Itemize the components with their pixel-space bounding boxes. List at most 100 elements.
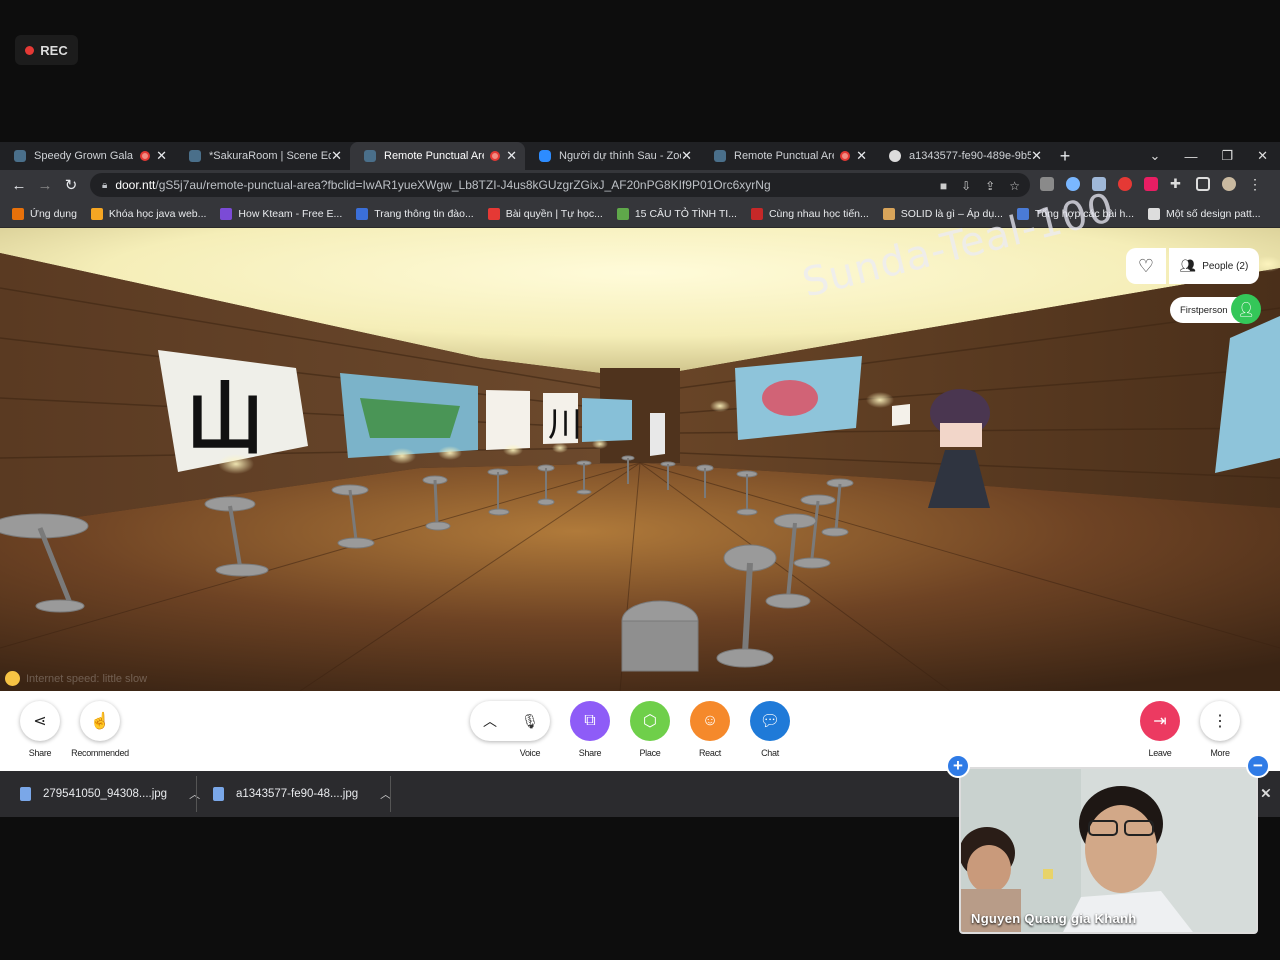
extension-icon[interactable]: [1118, 177, 1132, 191]
bookmark-item[interactable]: Một số design patt...: [1148, 207, 1261, 220]
place-button[interactable]: ⬡ Place: [620, 701, 680, 758]
participant-name: Nguyen Quang gia Khanh: [971, 911, 1137, 926]
bookmark-label: Khóa học java web...: [108, 207, 207, 220]
tab-title: Speedy Grown Gala | D: [34, 150, 134, 162]
bookmark-item[interactable]: Ứng dụng: [12, 207, 77, 220]
download-filename: 279541050_94308....jpg: [43, 788, 168, 800]
react-label: React: [698, 748, 721, 758]
image-file-icon: [213, 787, 224, 801]
close-icon[interactable]: ✕: [1031, 148, 1042, 164]
participant-video-tile[interactable]: Nguyen Quang gia Khanh: [959, 767, 1258, 934]
bookmark-item[interactable]: How Kteam - Free E...: [220, 207, 342, 220]
react-button[interactable]: ☺ React: [680, 701, 740, 758]
tab-zoom[interactable]: Người dự thính Sau - Zoom ✕: [525, 142, 700, 170]
bookmark-star-icon[interactable]: ☆: [1009, 179, 1020, 193]
close-icon[interactable]: ✕: [856, 148, 867, 164]
bookmark-label: Trang thông tin đào...: [374, 207, 474, 220]
chevron-up-icon[interactable]: ︿: [470, 701, 510, 741]
bookmark-item[interactable]: Cùng nhau học tiến...: [750, 207, 869, 220]
remove-video-button[interactable]: −: [1246, 754, 1270, 778]
close-icon[interactable]: ✕: [681, 148, 692, 164]
back-arrow-icon[interactable]: ←: [6, 177, 32, 194]
address-bar[interactable]: 🔒︎ door.ntt /gS5j7au/remote-punctual-are…: [90, 173, 1030, 197]
more-vertical-icon: ⋮: [1200, 701, 1240, 741]
user-avatar-icon: 👤︎: [1231, 294, 1261, 324]
window-close-icon[interactable]: ✕: [1257, 148, 1268, 164]
bookmark-favicon-icon: [750, 207, 763, 220]
video-close-icon[interactable]: ✕: [1260, 786, 1271, 802]
zoom-icon: [539, 150, 551, 162]
close-icon[interactable]: ✕: [506, 148, 517, 164]
add-video-button[interactable]: +: [946, 754, 970, 778]
share-link-button[interactable]: ⋖ Share: [10, 701, 70, 758]
tab-recording-icon: [490, 151, 501, 161]
kebab-menu-icon[interactable]: ⋮: [1248, 177, 1262, 191]
tab-sakura-room[interactable]: *SakuraRoom | Scene Editor ✕: [175, 142, 350, 170]
voice-label-wrap: Voice: [500, 741, 560, 758]
divider: [390, 776, 391, 812]
profile-avatar[interactable]: [1222, 177, 1236, 191]
mic-muted-icon[interactable]: 🎙︎: [510, 701, 550, 741]
more-button[interactable]: ⋮ More: [1190, 701, 1250, 758]
svg-text:山: 山: [186, 374, 264, 465]
bookmark-label: 15 CÂU TỎ TÌNH TI...: [634, 207, 737, 220]
tab-remote-punctual-area-active[interactable]: Remote Punctual Area | ✕: [350, 142, 525, 170]
download-filename: a1343577-fe90-48....jpg: [236, 788, 359, 800]
extension-icon[interactable]: [1144, 177, 1158, 191]
chat-bubble-icon: 💬︎: [750, 701, 790, 741]
firstperson-label: Firstperson: [1180, 304, 1228, 316]
share-icon: ⋖: [20, 701, 60, 741]
tab-remote-punctual-area[interactable]: Remote Punctual Area ✕: [700, 142, 875, 170]
download-item[interactable]: 279541050_94308....jpg ︿: [20, 771, 200, 817]
hand-pointer-icon: ☝: [80, 701, 120, 741]
tab-speedy-grown-gala[interactable]: Speedy Grown Gala | D ✕: [0, 142, 175, 170]
virtual-room-view[interactable]: 山 川: [0, 228, 1280, 691]
room-render: 山 川: [0, 228, 1280, 691]
bookmark-favicon-icon: [487, 207, 500, 220]
install-icon[interactable]: ⇩: [961, 179, 971, 193]
new-tab-button[interactable]: +: [1050, 142, 1080, 170]
leave-button[interactable]: ⇥ Leave: [1130, 701, 1190, 758]
chevron-up-icon[interactable]: ︿: [189, 786, 200, 802]
recommended-label: Recommended: [71, 748, 129, 758]
tab-search-icon[interactable]: ⌄: [1150, 148, 1161, 164]
extension-icon[interactable]: [1040, 177, 1054, 191]
lock-icon: 🔒︎: [102, 179, 108, 191]
minimize-icon[interactable]: —: [1184, 149, 1197, 164]
tab-strip: Speedy Grown Gala | D ✕ *SakuraRoom | Sc…: [0, 142, 1280, 170]
voice-control-group: ︿ 🎙︎: [470, 701, 550, 741]
tab-title: Người dự thính Sau - Zoom: [559, 150, 681, 162]
camera-icon[interactable]: ■: [940, 179, 947, 193]
favorite-heart-button[interactable]: ♡: [1126, 248, 1166, 284]
people-button[interactable]: 👥︎ People (2): [1169, 248, 1259, 284]
share-page-icon[interactable]: ⇪: [985, 179, 995, 193]
share-screen-button[interactable]: ⧉ Share: [560, 701, 620, 758]
heart-icon: ♡: [1137, 255, 1155, 276]
reload-icon[interactable]: ↻: [58, 176, 84, 194]
recommended-button[interactable]: ☝ Recommended: [70, 701, 130, 758]
bookmark-item[interactable]: Trang thông tin đào...: [356, 207, 474, 220]
puzzle-icon[interactable]: ✚: [1170, 177, 1184, 191]
close-icon[interactable]: ✕: [331, 148, 342, 164]
voice-label: Voice: [519, 748, 541, 758]
hubs-icon: [714, 150, 726, 162]
tab-image-file[interactable]: a1343577-fe90-489e-9b58 ✕: [875, 142, 1050, 170]
bookmark-favicon-icon: [616, 207, 629, 220]
chat-button[interactable]: 💬︎ Chat: [740, 701, 800, 758]
forward-arrow-icon[interactable]: →: [32, 177, 58, 194]
restore-icon[interactable]: ❐: [1221, 148, 1233, 164]
tab-recording-icon: [140, 151, 151, 161]
bookmark-item[interactable]: 15 CÂU TỎ TÌNH TI...: [616, 207, 737, 220]
download-item[interactable]: a1343577-fe90-48....jpg ︿: [213, 771, 391, 817]
close-icon[interactable]: ✕: [156, 148, 167, 164]
bookmark-item[interactable]: Bài quyền | Tự học...: [487, 207, 603, 220]
side-panel-icon[interactable]: [1196, 177, 1210, 191]
network-status-text: Internet speed: little slow: [26, 672, 148, 685]
omnibox-actions: ■ ⇩ ⇪ ☆: [940, 179, 1020, 193]
extension-icon[interactable]: [1066, 177, 1080, 191]
share-screen-label: Share: [578, 748, 602, 758]
bookmark-favicon-icon: [882, 207, 895, 220]
bookmark-item[interactable]: Khóa học java web...: [90, 207, 207, 220]
firstperson-pill[interactable]: Firstperson 👤︎: [1170, 294, 1261, 324]
people-label: People (2): [1202, 260, 1249, 272]
